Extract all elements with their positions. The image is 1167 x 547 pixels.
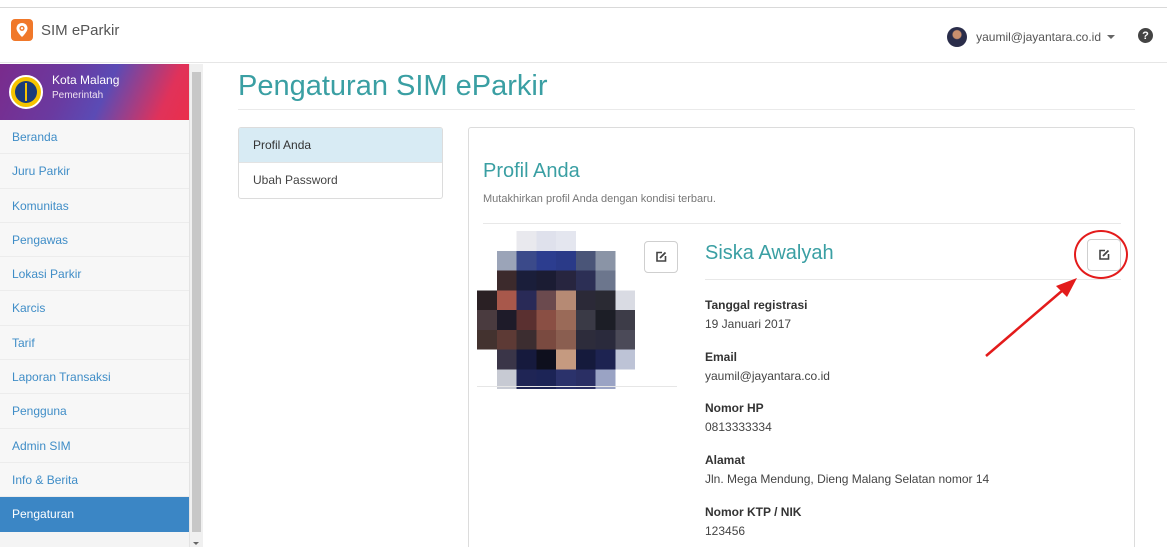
sidebar-item-admin-sim[interactable]: Admin SIM bbox=[0, 428, 189, 463]
user-email: yaumil@jayantara.co.id bbox=[976, 30, 1101, 44]
field-label: Alamat bbox=[705, 453, 746, 467]
field-label: Nomor HP bbox=[705, 401, 764, 415]
profile-panel: Profil Anda Mutakhirkan profil Anda deng… bbox=[468, 127, 1135, 547]
profile-photo bbox=[477, 231, 635, 389]
sidebar-item-info-berita[interactable]: Info & Berita bbox=[0, 462, 189, 498]
chevron-down-icon bbox=[1107, 35, 1115, 39]
sidebar-item-komunitas[interactable]: Komunitas bbox=[0, 188, 189, 223]
app-title: SIM eParkir bbox=[41, 21, 120, 39]
field-nik: Nomor KTP / NIK 123456 bbox=[705, 505, 801, 538]
panel-subtitle: Mutakhirkan profil Anda dengan kondisi t… bbox=[483, 193, 716, 205]
sidebar-nav: Beranda Juru Parkir Komunitas Pengawas L… bbox=[0, 120, 189, 532]
field-phone: Nomor HP 0813333334 bbox=[705, 401, 772, 434]
divider bbox=[705, 279, 1121, 280]
field-address: Alamat Jln. Mega Mendung, Dieng Malang S… bbox=[705, 453, 989, 486]
sidebar: Kota Malang Pemerintah Beranda Juru Park… bbox=[0, 64, 203, 547]
profile-name: Siska Awalyah bbox=[705, 242, 834, 264]
sidebar-item-pengaturan[interactable]: Pengaturan bbox=[0, 497, 189, 532]
field-label: Email bbox=[705, 350, 738, 364]
field-value: 123456 bbox=[705, 524, 746, 538]
settings-menu: Profil Anda Ubah Password bbox=[238, 127, 443, 199]
highlight-circle bbox=[1074, 230, 1128, 279]
sidebar-item-karcis[interactable]: Karcis bbox=[0, 291, 189, 326]
divider bbox=[483, 223, 1121, 224]
field-registration-date: Tanggal registrasi 19 Januari 2017 bbox=[705, 298, 807, 331]
org-emblem-icon bbox=[9, 75, 43, 109]
edit-icon bbox=[656, 251, 667, 262]
edit-photo-button[interactable] bbox=[644, 241, 678, 273]
org-name: Kota Malang bbox=[52, 73, 120, 87]
sidebar-item-laporan-transaksi[interactable]: Laporan Transaksi bbox=[0, 360, 189, 395]
divider bbox=[238, 109, 1135, 110]
field-value: Jln. Mega Mendung, Dieng Malang Selatan … bbox=[705, 472, 990, 486]
sidebar-item-pengawas[interactable]: Pengawas bbox=[0, 222, 189, 258]
brand[interactable]: SIM eParkir bbox=[11, 19, 119, 41]
panel-title: Profil Anda bbox=[483, 160, 580, 182]
avatar bbox=[947, 27, 968, 47]
sidebar-item-pengguna[interactable]: Pengguna bbox=[0, 394, 189, 429]
settings-item-profil[interactable]: Profil Anda bbox=[239, 128, 442, 163]
page-title: Pengaturan SIM eParkir bbox=[238, 70, 548, 102]
scrollbar-thumb[interactable] bbox=[192, 72, 201, 532]
field-value: 0813333334 bbox=[705, 420, 772, 434]
field-email: Email yaumil@jayantara.co.id bbox=[705, 350, 830, 383]
field-label: Nomor KTP / NIK bbox=[705, 505, 802, 519]
sidebar-item-lokasi-parkir[interactable]: Lokasi Parkir bbox=[0, 257, 189, 292]
org-subtitle: Pemerintah bbox=[52, 90, 104, 101]
settings-item-ubah-password[interactable]: Ubah Password bbox=[239, 163, 442, 198]
user-menu[interactable]: yaumil@jayantara.co.id bbox=[947, 27, 1115, 47]
field-label: Tanggal registrasi bbox=[705, 298, 808, 312]
field-value: 19 Januari 2017 bbox=[705, 317, 792, 331]
sidebar-scrollbar[interactable] bbox=[189, 64, 203, 547]
location-pin-icon bbox=[11, 19, 33, 41]
top-navbar: SIM eParkir yaumil@jayantara.co.id ? bbox=[0, 7, 1167, 63]
sidebar-item-beranda[interactable]: Beranda bbox=[0, 120, 189, 155]
field-value: yaumil@jayantara.co.id bbox=[705, 369, 830, 383]
scroll-down-icon[interactable] bbox=[193, 542, 199, 545]
divider bbox=[477, 386, 677, 387]
sidebar-item-juru-parkir[interactable]: Juru Parkir bbox=[0, 154, 189, 189]
org-header: Kota Malang Pemerintah bbox=[0, 64, 189, 120]
question-circle-icon[interactable]: ? bbox=[1138, 28, 1153, 43]
sidebar-item-tarif[interactable]: Tarif bbox=[0, 325, 189, 361]
